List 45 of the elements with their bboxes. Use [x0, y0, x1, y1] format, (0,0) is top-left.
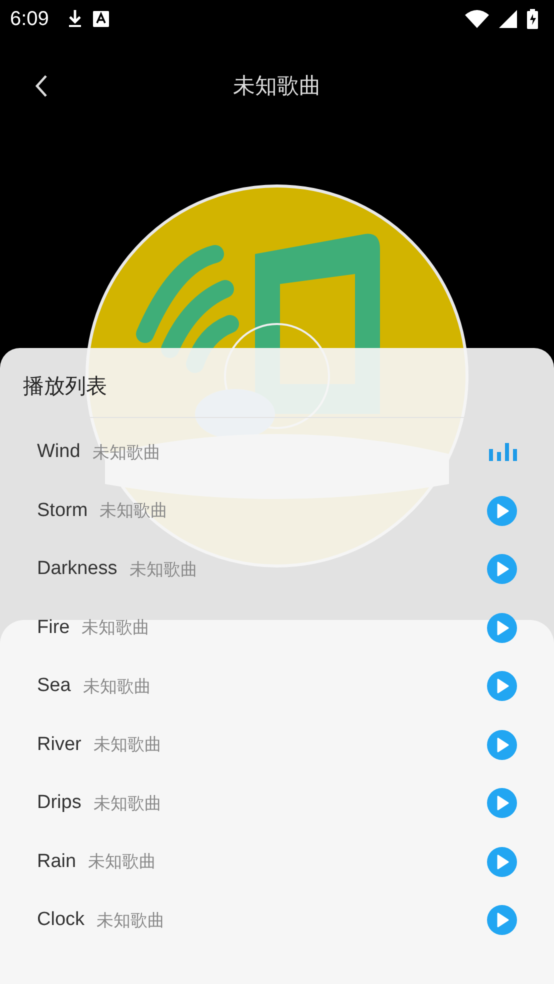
signal-icon	[499, 10, 517, 28]
track-artist: 未知歌曲	[129, 558, 198, 581]
font-icon	[92, 11, 109, 27]
track-name: Rain	[37, 850, 76, 873]
playlist-item[interactable]: Fire 未知歌曲	[22, 598, 532, 657]
playlist-item[interactable]: Rain 未知歌曲	[22, 832, 532, 891]
playlist-item[interactable]: Wind 未知歌曲	[22, 423, 532, 482]
track-name: Storm	[37, 500, 88, 522]
track-artist: 未知歌曲	[82, 617, 150, 640]
track-artist: 未知歌曲	[93, 792, 162, 815]
play-icon[interactable]	[487, 905, 517, 936]
play-icon[interactable]	[487, 730, 517, 760]
playlist-item[interactable]: Drips 未知歌曲	[22, 774, 532, 832]
track-artist: 未知歌曲	[96, 910, 165, 932]
play-icon[interactable]	[487, 612, 517, 643]
track-name: Clock	[37, 909, 85, 932]
track-name: Wind	[37, 441, 80, 464]
track-name: Fire	[37, 616, 70, 639]
playlist-item[interactable]: River 未知歌曲	[22, 716, 532, 774]
song-title: 未知歌曲	[233, 73, 321, 101]
play-icon[interactable]	[487, 496, 517, 526]
download-icon	[66, 9, 83, 29]
track-name: Drips	[37, 792, 82, 814]
track-name: River	[37, 734, 82, 756]
status-time: 6:09	[10, 8, 49, 30]
track-artist: 未知歌曲	[93, 734, 162, 756]
track-artist: 未知歌曲	[88, 851, 156, 874]
play-icon[interactable]	[487, 788, 517, 818]
track-name: Sea	[37, 675, 71, 698]
track-artist: 未知歌曲	[100, 500, 168, 522]
track-name: Darkness	[37, 558, 118, 580]
battery-icon	[527, 9, 538, 29]
wifi-icon	[465, 10, 489, 28]
play-icon[interactable]	[487, 554, 517, 584]
track-artist: 未知歌曲	[92, 442, 160, 464]
play-icon[interactable]	[487, 671, 517, 702]
play-icon[interactable]	[487, 846, 517, 877]
playlist-item[interactable]: Storm 未知歌曲	[22, 482, 532, 540]
back-icon[interactable]	[34, 74, 48, 98]
playlist-item[interactable]: Sea 未知歌曲	[22, 657, 532, 716]
equalizer-icon	[489, 443, 517, 462]
playlist-title: 播放列表	[22, 373, 108, 400]
playlist-item[interactable]: Clock 未知歌曲	[22, 891, 532, 950]
track-artist: 未知歌曲	[82, 676, 151, 698]
playlist-item[interactable]: Darkness 未知歌曲	[22, 540, 532, 598]
